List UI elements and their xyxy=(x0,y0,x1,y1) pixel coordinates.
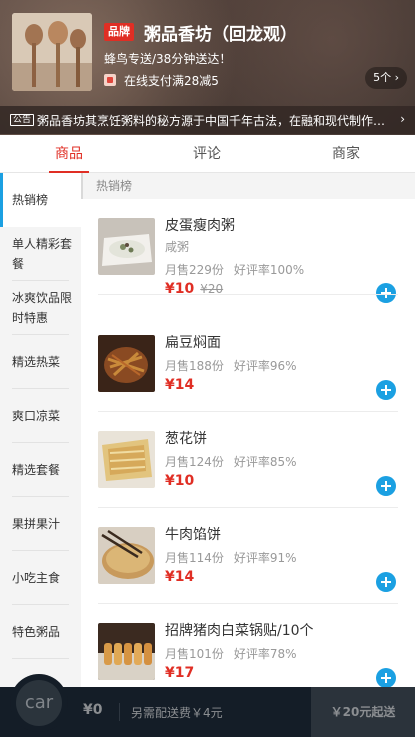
notice-badge: 公告 xyxy=(10,114,35,126)
sidebar-item-label: 精选套餐 xyxy=(12,463,61,477)
food-sales: 月售114份 xyxy=(165,551,224,565)
promo-count-button[interactable]: 5个 › xyxy=(365,67,407,89)
food-image xyxy=(98,431,155,488)
food-stats: 月售114份 好评率91% xyxy=(165,549,297,566)
sidebar-item-hot[interactable]: 热销榜 xyxy=(0,173,81,227)
food-stats: 月售124份 好评率85% xyxy=(165,453,297,470)
tab-seller[interactable]: 商家 xyxy=(277,135,415,173)
shop-name: 粥品香坊（回龙观） xyxy=(144,25,297,45)
wooden-spoons-image xyxy=(12,13,92,91)
cart-divider xyxy=(119,703,120,721)
chevron-right-icon: › xyxy=(400,112,405,126)
food-rating: 好评率96% xyxy=(233,359,297,373)
current-price: ¥14 xyxy=(165,377,195,393)
food-sales: 月售101份 xyxy=(165,647,224,661)
brand-badge: 品牌 xyxy=(104,23,134,41)
discount-icon xyxy=(104,74,116,86)
food-item[interactable]: 葱花饼 月售124份 好评率85% ¥10 xyxy=(81,412,415,508)
promo-text: 在线支付满28减5 xyxy=(124,74,219,88)
shop-logo xyxy=(12,13,92,91)
current-price: ¥10 xyxy=(165,281,195,297)
current-price: ¥10 xyxy=(165,473,195,489)
tab-goods[interactable]: 商品 xyxy=(0,135,138,173)
notice-bar[interactable]: 公告 粥品香坊其烹饪粥料的秘方源于中国千年古法，在融和现代制作… › xyxy=(0,106,415,134)
food-price: ¥10 xyxy=(165,473,194,489)
food-item[interactable]: 牛肉馅饼 月售114份 好评率91% ¥14 xyxy=(81,508,415,604)
sidebar-item-label: 爽口凉菜 xyxy=(12,409,61,423)
food-description: 咸粥 xyxy=(165,240,190,254)
food-image xyxy=(98,623,155,680)
add-to-cart-button[interactable] xyxy=(376,668,396,687)
current-price: ¥14 xyxy=(165,569,195,585)
add-to-cart-button[interactable] xyxy=(376,380,396,400)
food-item[interactable]: 扁豆焖面 月售188份 好评率96% ¥14 xyxy=(81,316,415,412)
food-stats: 月售188份 好评率96% xyxy=(165,357,297,374)
food-price: ¥10 ¥20 xyxy=(165,281,223,297)
food-price: ¥17 xyxy=(165,665,194,681)
food-name: 牛肉馅饼 xyxy=(165,527,221,543)
food-image xyxy=(98,218,155,275)
cart-button[interactable]: car xyxy=(10,674,68,732)
food-stats: 月售101份 好评率78% xyxy=(165,645,297,662)
promo-row: 在线支付满28减5 xyxy=(104,71,404,89)
sidebar-item-single-set[interactable]: 单人精彩套餐 xyxy=(0,227,81,281)
delivery-fee: 另需配送费￥4元 xyxy=(131,706,223,720)
sidebar-item-label: 精选热菜 xyxy=(12,355,61,369)
sidebar-item-porridge[interactable]: 特色粥品 xyxy=(0,605,81,659)
food-image xyxy=(98,527,155,584)
add-to-cart-button[interactable] xyxy=(376,283,396,303)
sidebar-item-fruit[interactable]: 果拼果汁 xyxy=(0,497,81,551)
sidebar-item-drinks[interactable]: 冰爽饮品限时特惠 xyxy=(0,281,81,335)
food-name: 扁豆焖面 xyxy=(165,335,221,351)
add-to-cart-button[interactable] xyxy=(376,476,396,496)
sidebar-item-hot-dishes[interactable]: 精选热菜 xyxy=(0,335,81,389)
cart-total: ¥0 xyxy=(83,702,103,718)
food-sales: 月售188份 xyxy=(165,359,224,373)
current-price: ¥17 xyxy=(165,665,195,681)
food-name: 招牌猪肉白菜锅贴/10个 xyxy=(165,623,314,639)
cart-icon: car xyxy=(16,680,62,726)
food-rating: 好评率100% xyxy=(233,263,305,277)
sidebar-item-label: 单人精彩套餐 xyxy=(12,237,73,271)
food-rating: 好评率85% xyxy=(233,455,297,469)
food-item[interactable]: 招牌猪肉白菜锅贴/10个 月售101份 好评率78% ¥17 xyxy=(81,604,415,687)
category-sidebar: 热销榜 单人精彩套餐 冰爽饮品限时特惠 精选热菜 爽口凉菜 精选套餐 果拼果汁 … xyxy=(0,173,81,687)
sidebar-item-combos[interactable]: 精选套餐 xyxy=(0,443,81,497)
sidebar-item-cold-dishes[interactable]: 爽口凉菜 xyxy=(0,389,81,443)
sidebar-item-snacks[interactable]: 小吃主食 xyxy=(0,551,81,605)
food-price: ¥14 xyxy=(165,569,194,585)
shop-header: 品牌 粥品香坊（回龙观） 蜂鸟专送/38分钟送达！ 在线支付满28减5 5个 ›… xyxy=(0,0,415,135)
sidebar-item-label: 特色粥品 xyxy=(12,625,61,639)
notice-text: 粥品香坊其烹饪粥料的秘方源于中国千年古法，在融和现代制作… xyxy=(37,114,386,128)
food-rating: 好评率91% xyxy=(233,551,297,565)
food-price: ¥14 xyxy=(165,377,194,393)
food-rating: 好评率78% xyxy=(233,647,297,661)
checkout-button[interactable]: ￥20元起送 xyxy=(311,687,415,737)
tab-ratings[interactable]: 评论 xyxy=(138,135,276,173)
food-name: 葱花饼 xyxy=(165,431,207,447)
old-price: ¥20 xyxy=(200,282,224,296)
sidebar-item-label: 热销榜 xyxy=(12,193,49,207)
tab-bar: 商品 评论 商家 xyxy=(0,135,415,173)
section-title: 热销榜 xyxy=(81,173,415,199)
food-item[interactable]: 皮蛋瘦肉粥 咸粥 月售229份 好评率100% ¥10 ¥20 xyxy=(81,199,415,303)
food-image xyxy=(98,335,155,392)
sidebar-item-label: 果拼果汁 xyxy=(12,517,61,531)
add-to-cart-button[interactable] xyxy=(376,572,396,592)
sidebar-item-label: 小吃主食 xyxy=(12,571,61,585)
food-stats: 月售229份 好评率100% xyxy=(165,261,304,278)
food-name: 皮蛋瘦肉粥 xyxy=(165,218,235,234)
food-sales: 月售229份 xyxy=(165,263,224,277)
cart-bar: car ¥0 另需配送费￥4元 ￥20元起送 xyxy=(0,674,415,737)
food-sales: 月售124份 xyxy=(165,455,224,469)
delivery-info: 蜂鸟专送/38分钟送达！ xyxy=(104,52,232,66)
goods-list[interactable]: 热销榜 皮蛋瘦肉粥 咸粥 月售229份 好评率100% ¥10 ¥20 扁豆焖面… xyxy=(81,173,415,687)
sidebar-item-label: 冰爽饮品限时特惠 xyxy=(12,291,73,325)
